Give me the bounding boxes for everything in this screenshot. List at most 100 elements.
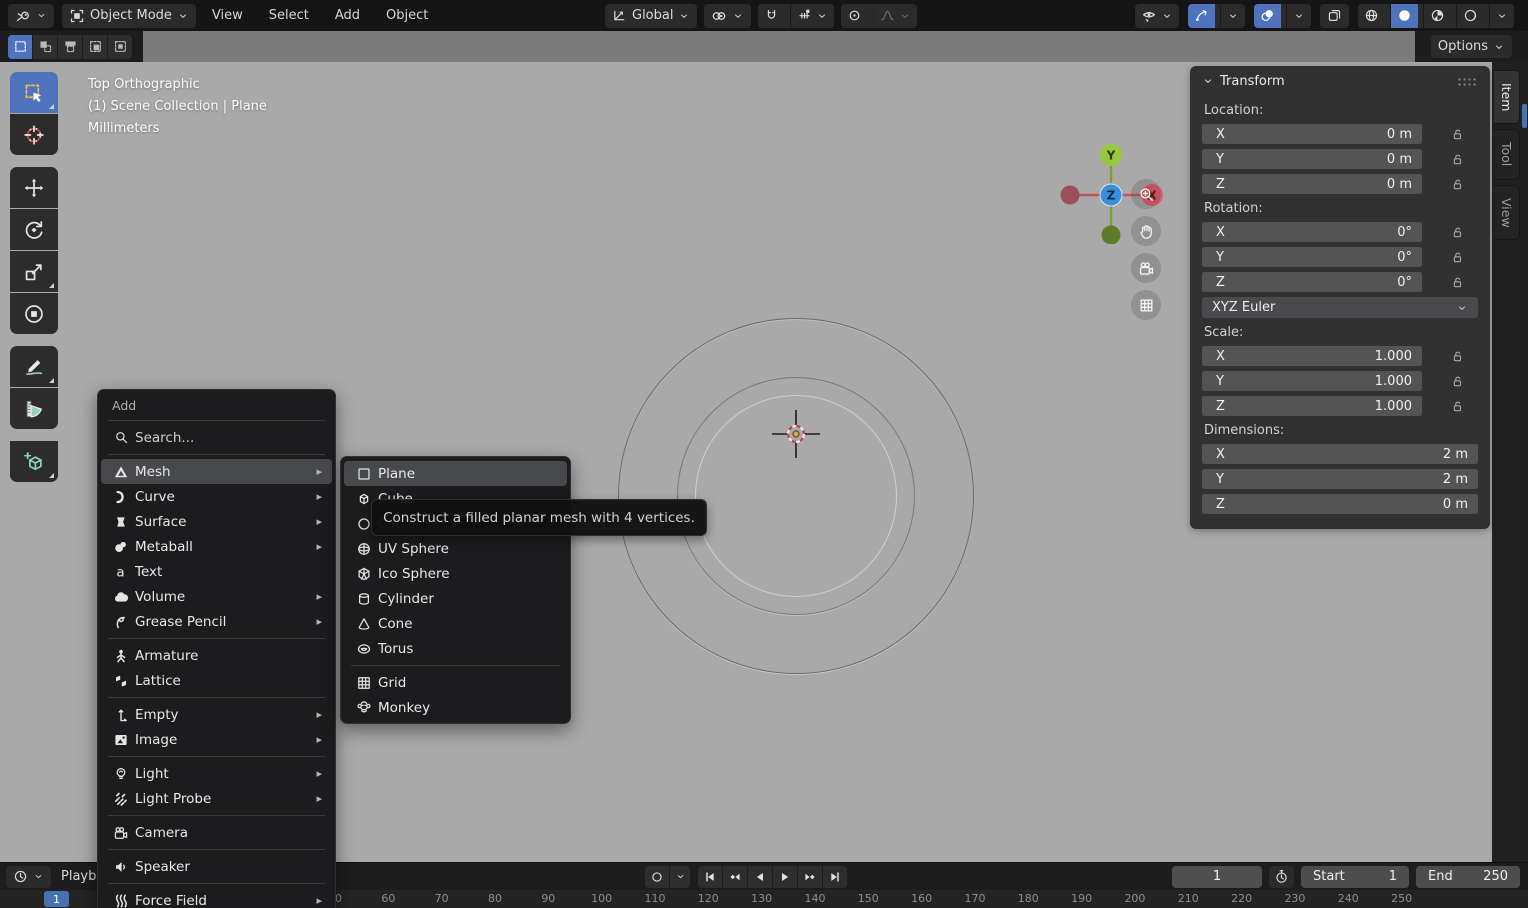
select-mode-extend[interactable] <box>33 35 57 59</box>
editor-type-button[interactable] <box>6 866 51 888</box>
tool-select-box[interactable] <box>10 72 58 113</box>
add-menu-item-text[interactable]: aText <box>101 559 332 584</box>
add-menu-item-image[interactable]: Image▸ <box>101 727 332 752</box>
lock-open-icon[interactable] <box>1450 177 1464 191</box>
shading-dropdown[interactable] <box>1489 4 1514 28</box>
tool-scale[interactable] <box>10 251 58 292</box>
lock-open-icon[interactable] <box>1450 152 1464 166</box>
add-menu-item-speaker[interactable]: Speaker <box>101 854 332 879</box>
shading-wireframe-button[interactable] <box>1358 4 1385 28</box>
location-x-field[interactable]: X0 m <box>1202 124 1422 144</box>
lock-open-icon[interactable] <box>1450 374 1464 388</box>
mesh-submenu-item-torus[interactable]: Torus <box>344 636 567 661</box>
lock-open-icon[interactable] <box>1450 225 1464 239</box>
dimensions-z-field[interactable]: Z0 m <box>1202 494 1478 514</box>
mesh-submenu-item-cylinder[interactable]: Cylinder <box>344 586 567 611</box>
lock-open-icon[interactable] <box>1450 250 1464 264</box>
drag-handle-icon[interactable] <box>1456 76 1478 86</box>
select-mode-set[interactable] <box>8 35 32 59</box>
menu-add[interactable]: Add <box>335 8 360 23</box>
add-menu-item-light[interactable]: Light▸ <box>101 761 332 786</box>
select-mode-intersect[interactable] <box>108 35 132 59</box>
rotation-y-field[interactable]: Y0° <box>1202 247 1422 267</box>
current-frame-marker[interactable]: 1 <box>44 891 69 907</box>
tool-cursor[interactable] <box>10 114 58 155</box>
nav-pan-button[interactable] <box>1131 216 1161 246</box>
current-frame-field[interactable]: 1 <box>1172 866 1262 888</box>
location-y-field[interactable]: Y0 m <box>1202 149 1422 169</box>
shading-solid-button[interactable] <box>1390 4 1418 28</box>
prev-key-button[interactable] <box>723 866 747 888</box>
transform-orientation-select[interactable]: Global <box>605 4 697 28</box>
scale-x-field[interactable]: X1.000 <box>1202 346 1422 366</box>
sidebar-tab-tool[interactable]: Tool <box>1494 129 1520 179</box>
tool-transform[interactable] <box>10 293 58 334</box>
dimensions-y-field[interactable]: Y2 m <box>1202 469 1478 489</box>
add-menu-item-empty[interactable]: Empty▸ <box>101 702 332 727</box>
nav-camera-button[interactable] <box>1131 253 1161 283</box>
show-overlays-toggle[interactable] <box>1254 4 1281 28</box>
gizmo-dropdown[interactable] <box>1220 4 1245 28</box>
auto-keying-dropdown[interactable] <box>670 866 690 888</box>
sidebar-tab-view[interactable]: View <box>1494 185 1520 241</box>
add-menu-item-lattice[interactable]: Lattice <box>101 668 332 693</box>
add-menu-item-curve[interactable]: Curve▸ <box>101 484 332 509</box>
tool-annotate[interactable] <box>10 346 58 387</box>
menu-view[interactable]: View <box>212 8 243 23</box>
proportional-falloff-select[interactable] <box>873 4 917 28</box>
menu-object[interactable]: Object <box>386 8 428 23</box>
frame-start-field[interactable]: Start 1 <box>1301 866 1409 888</box>
scrollbar-thumb[interactable] <box>1522 104 1527 128</box>
add-menu-item-grease-pencil[interactable]: Grease Pencil▸ <box>101 609 332 634</box>
show-gizmo-toggle[interactable] <box>1188 4 1215 28</box>
rotation-z-field[interactable]: Z0° <box>1202 272 1422 292</box>
mesh-submenu-item-monkey[interactable]: Monkey <box>344 695 567 720</box>
play-button[interactable] <box>773 866 797 888</box>
shading-rendered-button[interactable] <box>1456 4 1484 28</box>
add-menu-item-light-probe[interactable]: Light Probe▸ <box>101 786 332 811</box>
mesh-submenu-item-ico-sphere[interactable]: Ico Sphere <box>344 561 567 586</box>
scale-z-field[interactable]: Z1.000 <box>1202 396 1422 416</box>
auto-keying-toggle[interactable] <box>645 866 669 888</box>
add-menu-item-armature[interactable]: Armature <box>101 643 332 668</box>
mesh-submenu-item-cone[interactable]: Cone <box>344 611 567 636</box>
lock-open-icon[interactable] <box>1450 349 1464 363</box>
jump-last-button[interactable] <box>823 866 847 888</box>
nav-grid-button[interactable] <box>1131 290 1161 320</box>
frame-end-field[interactable]: End 250 <box>1416 866 1520 888</box>
pivot-point-select[interactable] <box>704 4 751 28</box>
rotation-x-field[interactable]: X0° <box>1202 222 1422 242</box>
menu-select[interactable]: Select <box>269 8 309 23</box>
proportional-editing-toggle[interactable] <box>841 4 868 28</box>
tool-add-cube[interactable] <box>10 441 58 482</box>
sidebar-tab-item[interactable]: Item <box>1494 70 1520 124</box>
lock-open-icon[interactable] <box>1450 399 1464 413</box>
tool-move[interactable] <box>10 167 58 208</box>
mode-select[interactable]: Object Mode <box>62 4 196 28</box>
xray-toggle[interactable] <box>1320 4 1349 28</box>
select-mode-invert[interactable] <box>83 35 107 59</box>
dimensions-x-field[interactable]: X2 m <box>1202 444 1478 464</box>
panel-header[interactable]: Transform <box>1202 66 1478 96</box>
add-menu-item-mesh[interactable]: Mesh▸ <box>101 459 332 484</box>
lock-open-icon[interactable] <box>1450 127 1464 141</box>
show-object-types-select[interactable] <box>1135 4 1179 28</box>
add-menu-item-camera[interactable]: Camera <box>101 820 332 845</box>
next-key-button[interactable] <box>798 866 822 888</box>
mesh-submenu-item-plane[interactable]: Plane <box>344 461 567 486</box>
snap-with-select[interactable] <box>790 4 834 28</box>
jump-first-button[interactable] <box>698 866 722 888</box>
options-button[interactable]: Options <box>1431 35 1512 58</box>
shading-material-button[interactable] <box>1423 4 1451 28</box>
nav-zoom-button[interactable] <box>1131 179 1161 209</box>
scale-y-field[interactable]: Y1.000 <box>1202 371 1422 391</box>
add-menu-item-metaball[interactable]: Metaball▸ <box>101 534 332 559</box>
add-menu-search[interactable]: Search... <box>101 425 332 450</box>
select-mode-subtract[interactable] <box>58 35 82 59</box>
mesh-submenu-item-uv-sphere[interactable]: UV Sphere <box>344 536 567 561</box>
add-menu-item-surface[interactable]: Surface▸ <box>101 509 332 534</box>
overlays-dropdown[interactable] <box>1286 4 1311 28</box>
lock-open-icon[interactable] <box>1450 275 1464 289</box>
add-menu-item-force-field[interactable]: Force Field▸ <box>101 888 332 908</box>
mesh-submenu-item-grid[interactable]: Grid <box>344 670 567 695</box>
